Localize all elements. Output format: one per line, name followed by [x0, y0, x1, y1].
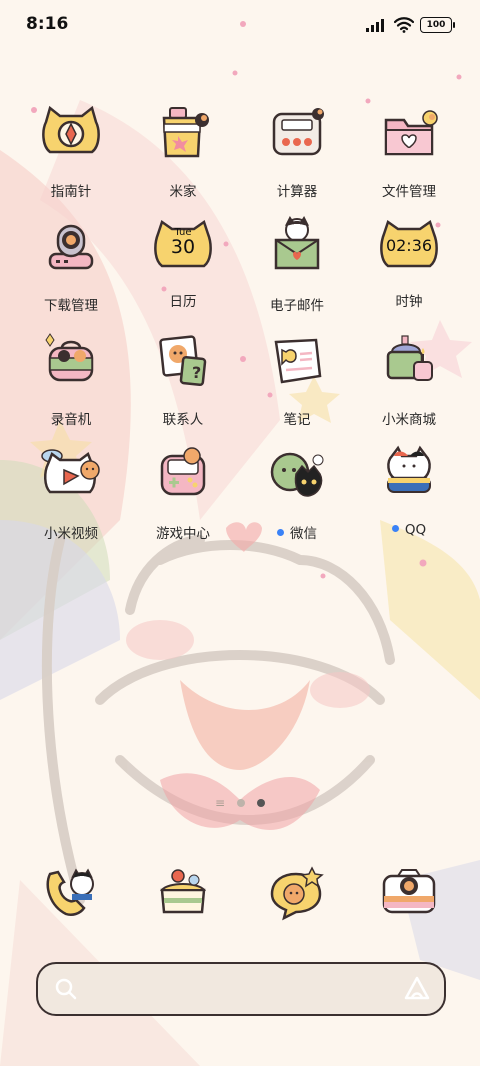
phone-cat-icon [46, 868, 94, 916]
search-bar[interactable] [36, 962, 446, 1016]
app-game-center[interactable]: 游戏中心 [128, 442, 238, 542]
mail-cat-icon [274, 216, 320, 270]
dock [0, 860, 480, 940]
app-label-text: 微信 [290, 526, 317, 542]
signal-icon [366, 19, 384, 32]
app-label: 联系人 [162, 412, 204, 428]
status-time: 8:16 [26, 14, 69, 34]
app-wechat[interactable]: 微信 [242, 442, 352, 542]
app-label-text: QQ [404, 522, 427, 538]
dock-messages[interactable] [128, 860, 238, 934]
recorder-bag-icon [45, 333, 94, 382]
app-label: 计算器 [276, 184, 318, 200]
contacts-card-icon: ? [159, 335, 207, 387]
dock-chat[interactable] [242, 860, 352, 934]
battery-level: 100 [426, 20, 446, 30]
app-label: 小米视频 [44, 526, 98, 542]
app-download-manager[interactable]: 下载管理 [16, 214, 126, 314]
video-cat-icon [41, 449, 100, 494]
wifi-icon [394, 17, 414, 33]
search-icon[interactable] [54, 977, 78, 1001]
assistant-icon[interactable] [404, 976, 430, 1000]
app-recorder[interactable]: 录音机 [16, 328, 126, 428]
app-label: 下载管理 [44, 298, 98, 314]
status-icons: 100 [366, 14, 455, 36]
calendar-date: 30 [170, 236, 196, 258]
app-mi-video[interactable]: 小米视频 [16, 442, 126, 542]
camera-cat-icon [382, 869, 436, 914]
app-label: 米家 [169, 184, 197, 200]
compass-cat-icon [42, 105, 100, 154]
app-label: 笔记 [283, 412, 311, 428]
app-label: 日历 [169, 294, 197, 310]
app-qq[interactable]: QQ [354, 442, 464, 538]
battery-icon: 100 [420, 17, 455, 33]
app-label: 录音机 [50, 412, 92, 428]
app-clock[interactable]: 02:36 时钟 [354, 214, 464, 310]
chat-bubble-cat-icon [270, 866, 324, 921]
app-mijia[interactable]: 米家 [128, 100, 238, 200]
app-label: 微信 [242, 522, 352, 542]
app-file-manager[interactable]: 文件管理 [354, 100, 464, 200]
clock-time: 02:36 [385, 236, 433, 255]
dock-phone[interactable] [16, 860, 126, 934]
app-notes[interactable]: 笔记 [242, 328, 352, 428]
page-indicator[interactable]: ≡ [0, 795, 480, 811]
app-label: 指南针 [50, 184, 92, 200]
dock-camera[interactable] [354, 860, 464, 934]
svg-text:?: ? [192, 363, 201, 382]
app-label: QQ [354, 522, 464, 538]
clock-cat-icon: 02:36 [374, 214, 444, 284]
page-dot-active [257, 799, 266, 807]
cake-message-icon [159, 869, 207, 914]
cake-store-icon [386, 335, 433, 381]
app-label: 文件管理 [382, 184, 436, 200]
qq-cat-icon [387, 445, 431, 493]
mijia-cup-icon [162, 107, 209, 158]
status-bar: 8:16 100 [0, 0, 480, 50]
wechat-cat-icon [270, 452, 324, 497]
app-calendar[interactable]: Tue 30 日历 [128, 214, 238, 310]
download-manager-icon [48, 224, 94, 270]
calculator-icon [272, 108, 324, 156]
folder-heart-icon [384, 110, 438, 156]
app-compass[interactable]: 指南针 [16, 100, 126, 200]
app-email[interactable]: 电子邮件 [242, 214, 352, 314]
app-label: 小米商城 [382, 412, 436, 428]
page-dot [237, 799, 246, 807]
new-update-dot [391, 524, 399, 532]
app-mi-store[interactable]: 小米商城 [354, 328, 464, 428]
app-calculator[interactable]: 计算器 [242, 100, 352, 200]
game-console-icon [160, 447, 206, 496]
page-list-icon: ≡ [214, 796, 226, 810]
app-contacts[interactable]: ? 联系人 [128, 328, 238, 428]
app-label: 电子邮件 [270, 298, 324, 314]
calendar-cat-icon: Tue 30 [148, 214, 218, 284]
app-label: 游戏中心 [156, 526, 210, 542]
app-label: 时钟 [395, 294, 423, 310]
notes-fish-icon [274, 338, 322, 384]
new-update-dot [277, 528, 284, 536]
